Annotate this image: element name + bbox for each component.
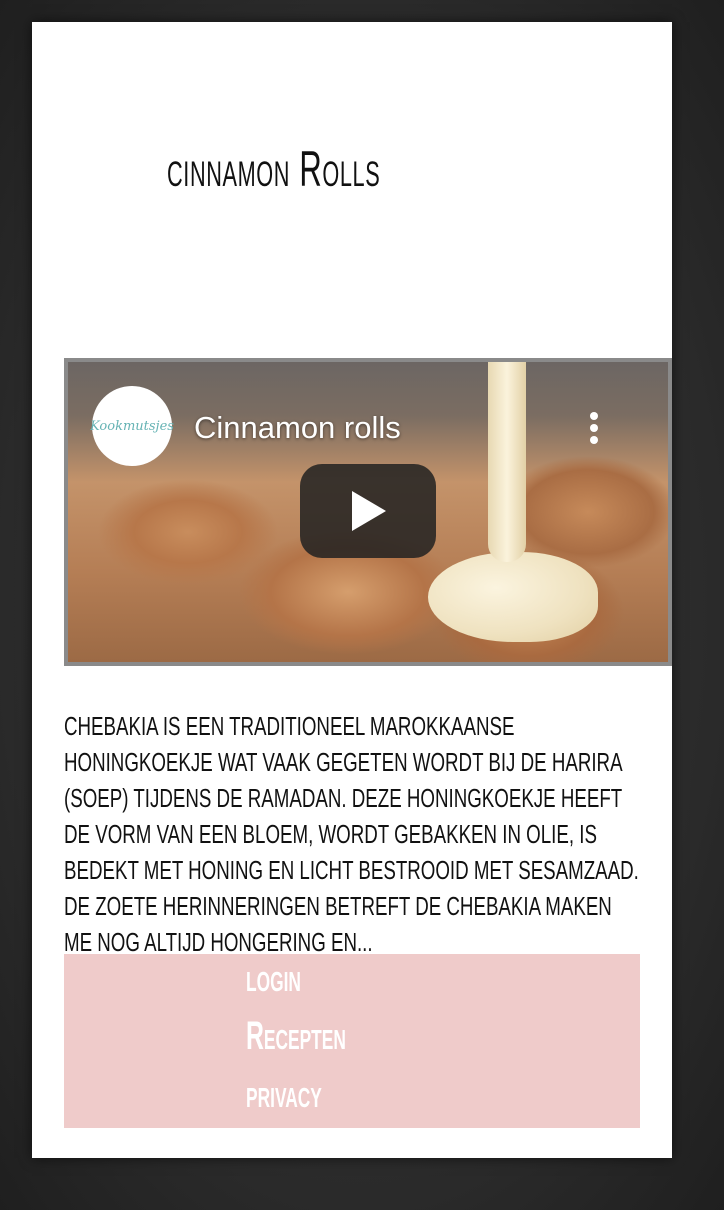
channel-logo[interactable]: Kookmutsjes <box>90 386 174 466</box>
footer-link-recepten[interactable]: Recepten <box>246 1016 346 1056</box>
thumbnail-icing <box>428 552 598 642</box>
page-card: cinnamon Rolls Kookmutsjes Cinnamon roll… <box>32 22 672 1158</box>
more-vertical-icon[interactable] <box>586 408 602 448</box>
channel-logo-text: Kookmutsjes <box>90 418 174 434</box>
footer-link-login[interactable]: login <box>246 958 301 998</box>
footer-nav: login Recepten privacy <box>64 954 640 1128</box>
recipe-description: Chebakia is een traditioneel Marokkaanse… <box>64 711 639 957</box>
thumbnail-icing-drip <box>488 362 526 562</box>
youtube-video-embed[interactable]: Kookmutsjes Cinnamon rolls <box>64 358 672 666</box>
footer-link-privacy[interactable]: privacy <box>246 1074 322 1114</box>
page-title: cinnamon Rolls <box>167 141 381 197</box>
play-button[interactable] <box>300 464 436 558</box>
play-icon <box>352 491 386 531</box>
video-title[interactable]: Cinnamon rolls <box>194 410 401 446</box>
